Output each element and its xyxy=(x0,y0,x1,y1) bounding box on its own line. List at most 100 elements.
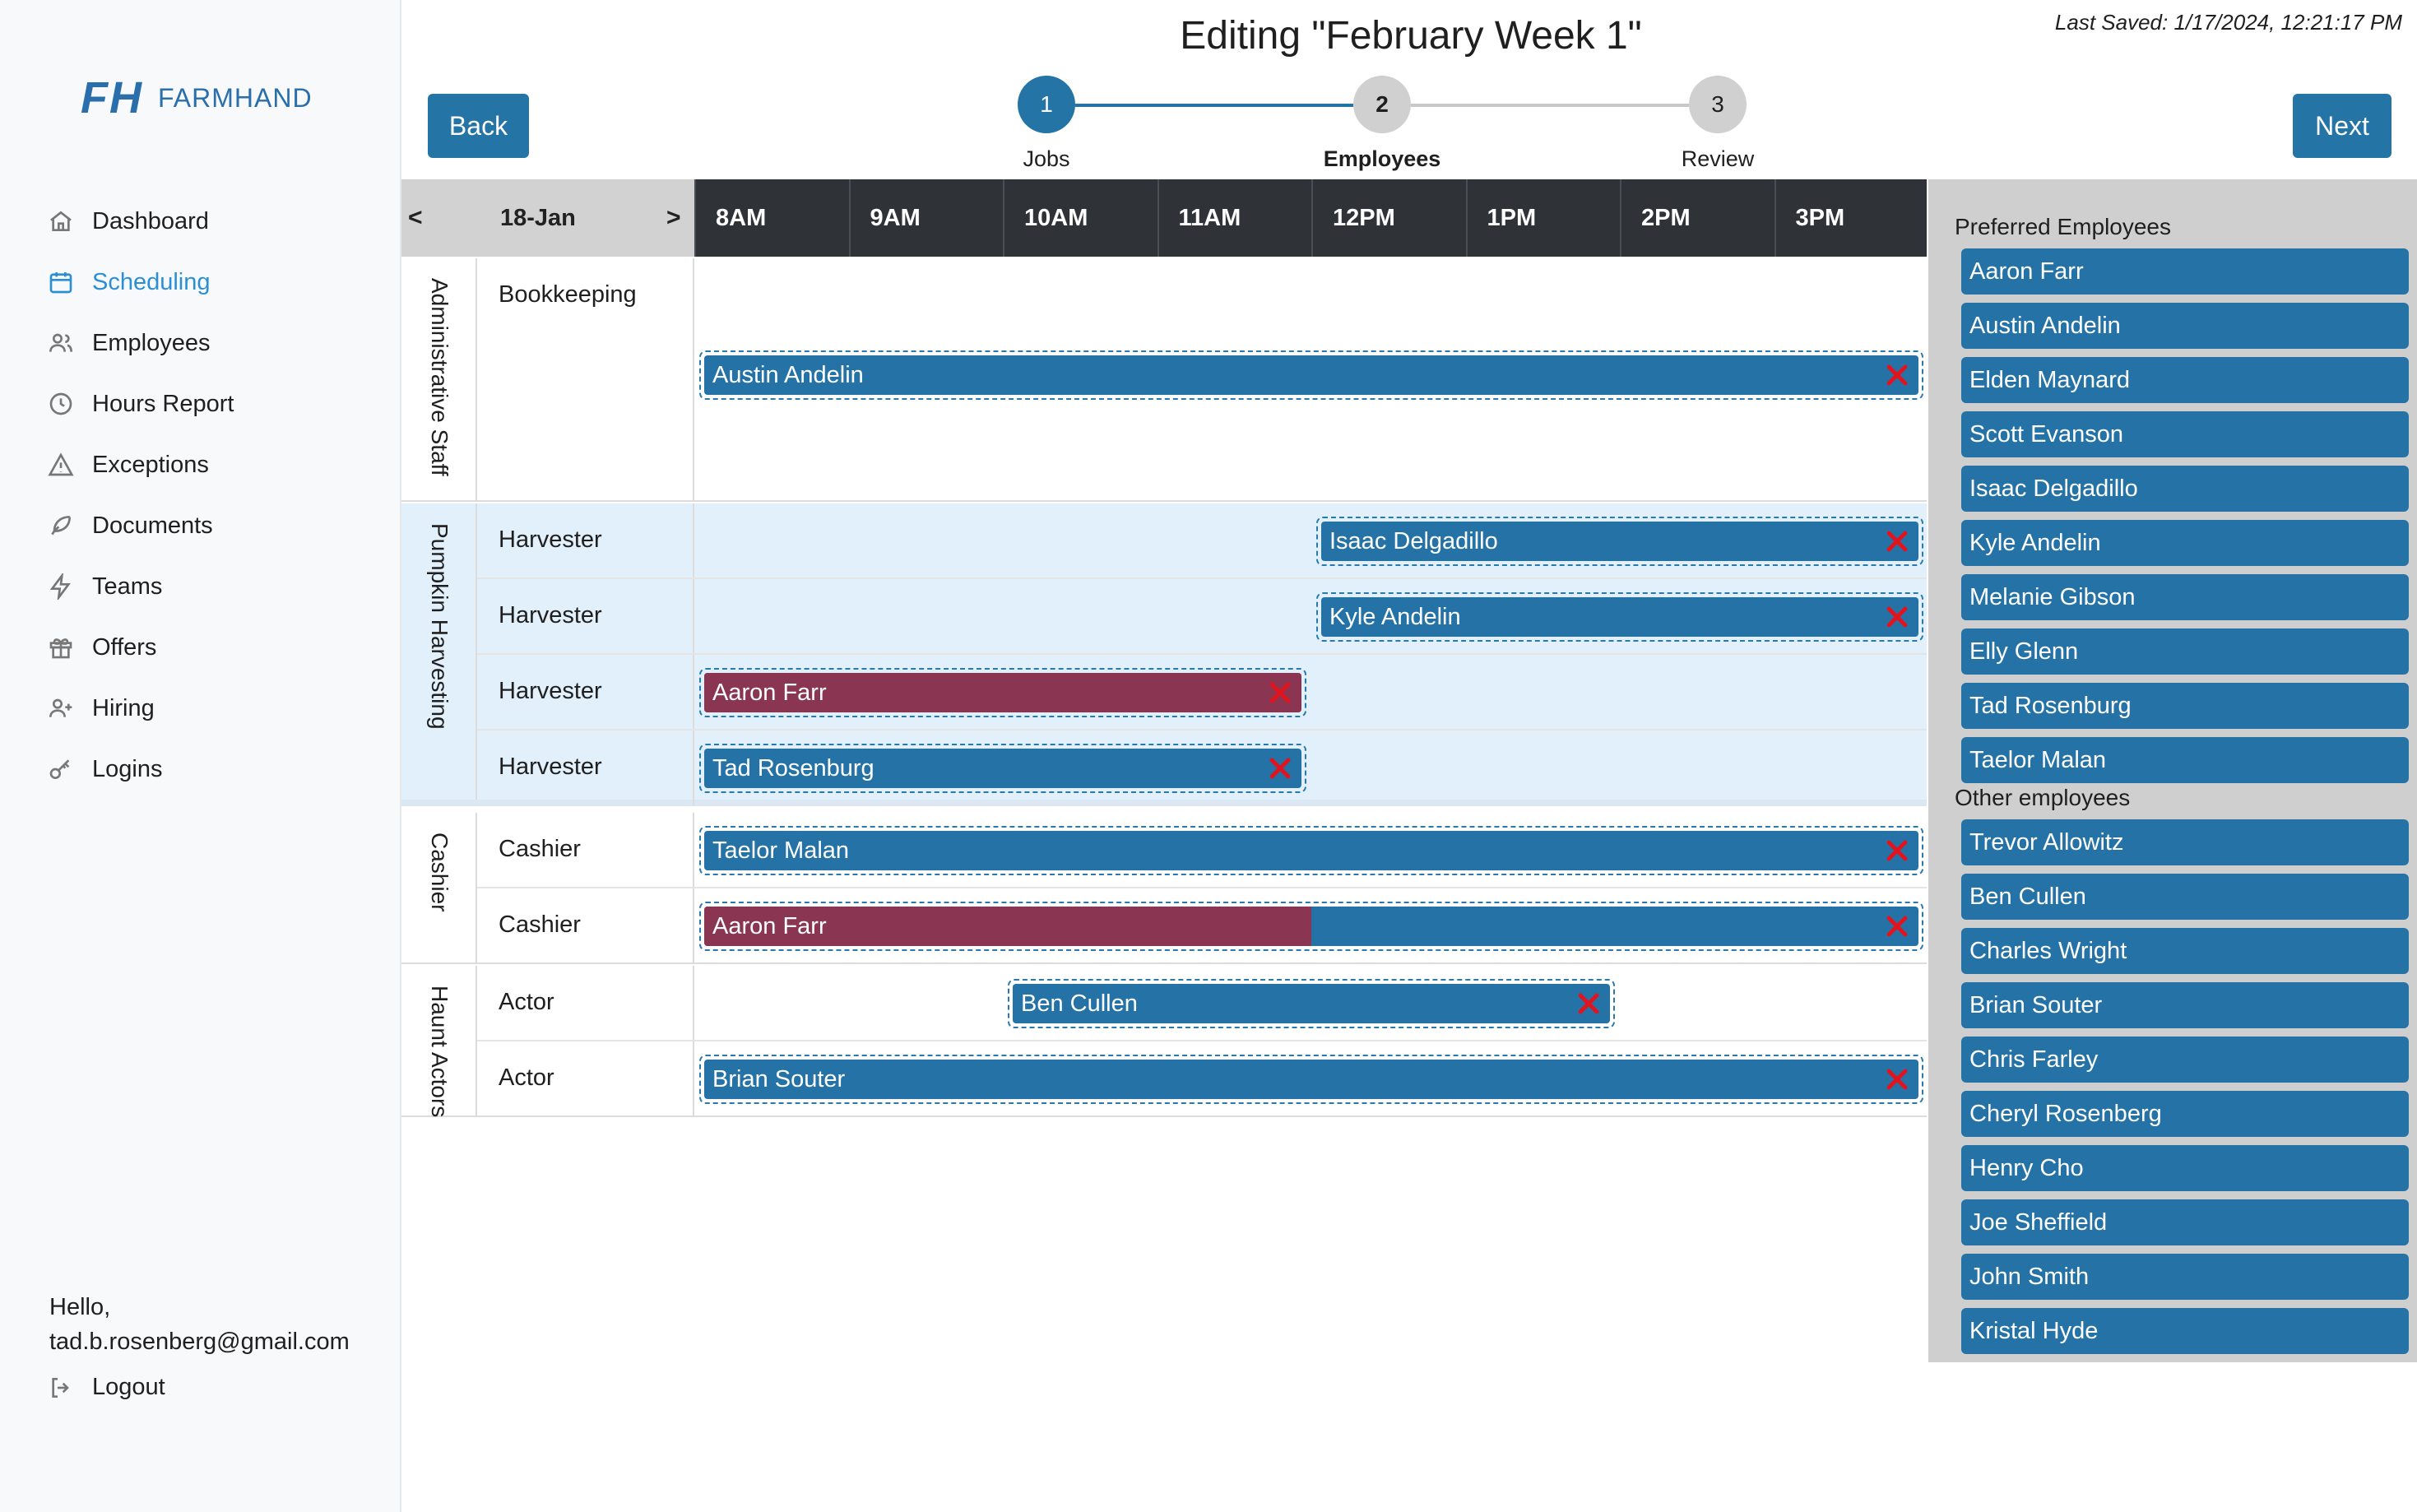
remove-shift-icon[interactable] xyxy=(1881,601,1914,633)
employee-card[interactable]: Elden Maynard xyxy=(1961,357,2409,403)
job-title: Cashier xyxy=(499,911,581,938)
employee-card[interactable]: John Smith xyxy=(1961,1254,2409,1300)
schedule-row: Actor Ben Cullen xyxy=(477,966,1927,1041)
employee-card[interactable]: Aaron Farr xyxy=(1961,248,2409,295)
employee-panel: Preferred Employees Aaron Farr Austin Ande… xyxy=(1928,179,2417,1362)
clock-icon xyxy=(49,392,72,415)
shift-block[interactable]: Kyle Andelin xyxy=(1316,592,1923,642)
step-3-circle[interactable]: 3 xyxy=(1689,76,1747,133)
employee-card[interactable]: Ben Cullen xyxy=(1961,874,2409,920)
shift-block[interactable]: Ben Cullen xyxy=(1008,979,1615,1028)
employee-card[interactable]: Scott Evanson xyxy=(1961,411,2409,457)
employee-card[interactable]: Trevor Allowitz xyxy=(1961,819,2409,865)
step-3-label: Review xyxy=(1681,146,1755,171)
job-group-name: Pumpkin Harvesting xyxy=(427,523,452,730)
employee-card[interactable]: Elly Glenn xyxy=(1961,628,2409,675)
sidebar-item-scheduling[interactable]: Scheduling xyxy=(48,252,393,313)
feather-icon xyxy=(51,516,71,536)
employee-card[interactable]: Henry Cho xyxy=(1961,1145,2409,1191)
employee-card[interactable]: Austin Andelin xyxy=(1961,303,2409,349)
shift-block[interactable]: Austin Andelin xyxy=(699,350,1923,400)
shift-block[interactable]: Tad Rosenburg xyxy=(699,744,1306,793)
employee-list-heading: Preferred Employees xyxy=(1955,214,2172,239)
remove-shift-icon[interactable] xyxy=(1881,359,1914,392)
remove-shift-icon[interactable] xyxy=(1881,1063,1914,1096)
sidebar-item-documents[interactable]: Documents xyxy=(48,495,393,556)
shift-employee-name: Isaac Delgadillo xyxy=(1329,528,1498,554)
remove-shift-icon[interactable] xyxy=(1881,525,1914,558)
remove-shift-icon[interactable] xyxy=(1881,910,1914,943)
shift-block[interactable]: Aaron Farr xyxy=(699,902,1923,951)
logo[interactable]: FH FARMHAND xyxy=(81,72,313,123)
shift-block[interactable]: Brian Souter xyxy=(699,1055,1923,1104)
page-title: Editing "February Week 1" xyxy=(1180,14,1642,58)
job-title: Actor xyxy=(499,1064,554,1091)
employee-card[interactable]: Taelor Malan xyxy=(1961,737,2409,783)
job-group-name: Haunt Actors xyxy=(427,986,452,1118)
sidebar-item-label: Dashboard xyxy=(92,207,209,234)
sidebar-item-logins[interactable]: Logins xyxy=(48,739,393,800)
employee-list-heading: Other employees xyxy=(1955,785,2131,810)
job-group-cashier: Cashier Cashier Taelor Malan Cashier Aaron F… xyxy=(401,813,1927,964)
employee-card[interactable]: Brian Souter xyxy=(1961,982,2409,1028)
shift-block[interactable]: Isaac Delgadillo xyxy=(1316,517,1923,566)
employee-card[interactable]: Tad Rosenburg xyxy=(1961,683,2409,729)
last-saved-status: Last Saved: 1/17/2024, 12:21:17 PM xyxy=(2054,10,2402,35)
remove-shift-icon[interactable] xyxy=(1572,987,1605,1020)
shift-block[interactable]: Taelor Malan xyxy=(699,826,1923,875)
job-cell: Harvester xyxy=(477,503,694,577)
step-1-circle[interactable]: 1 xyxy=(1018,76,1075,133)
next-day-button[interactable]: > xyxy=(666,204,681,232)
key-icon xyxy=(49,759,70,779)
job-title: Harvester xyxy=(499,602,602,628)
schedule-row: Harvester Isaac Delgadillo xyxy=(477,503,1927,579)
home-icon xyxy=(50,211,72,231)
sidebar-item-label: Documents xyxy=(92,512,213,539)
schedule-row: Harvester Kyle Andelin xyxy=(477,579,1927,655)
schedule-row: Cashier Aaron Farr xyxy=(477,888,1927,964)
employee-card[interactable]: Cheryl Rosenberg xyxy=(1961,1091,2409,1137)
step-2-label: Employees xyxy=(1323,146,1441,171)
job-group-administrative-staff: Administrative Staff Bookkeeping Austin An… xyxy=(401,258,1927,502)
remove-shift-icon[interactable] xyxy=(1264,752,1297,785)
sidebar-item-dashboard[interactable]: Dashboard xyxy=(48,191,393,252)
back-button[interactable]: Back xyxy=(428,94,529,158)
schedule-row: Actor Brian Souter xyxy=(477,1041,1927,1117)
shift-employee-name: Aaron Farr xyxy=(712,913,827,939)
employee-card[interactable]: Melanie Gibson xyxy=(1961,574,2409,620)
job-group-label: Haunt Actors xyxy=(401,966,477,1118)
shift-employee-name: Taelor Malan xyxy=(712,837,850,864)
logo-text: FARMHAND xyxy=(157,82,313,113)
progress-stepper: 1 Jobs 2 Employees 3 Review xyxy=(1012,69,1835,184)
next-button[interactable]: Next xyxy=(2293,94,2391,158)
date-selector: < 18-Jan > xyxy=(401,179,694,257)
sidebar-item-exceptions[interactable]: Exceptions xyxy=(48,434,393,495)
calendar-icon xyxy=(49,272,72,294)
sidebar-item-employees[interactable]: Employees xyxy=(48,313,393,373)
employee-card[interactable]: Charles Wright xyxy=(1961,928,2409,974)
employee-card[interactable]: Isaac Delgadillo xyxy=(1961,466,2409,512)
logout-button[interactable]: Logout xyxy=(48,1374,165,1401)
hour-header: 9AM xyxy=(848,179,1004,257)
employee-card[interactable]: Kyle Andelin xyxy=(1961,520,2409,566)
sidebar-item-offers[interactable]: Offers xyxy=(48,617,393,678)
sidebar-item-hours-report[interactable]: Hours Report xyxy=(48,373,393,434)
shift-block[interactable]: Aaron Farr xyxy=(699,668,1306,717)
schedule-row: Harvester Aaron Farr xyxy=(477,655,1927,730)
employee-card[interactable]: Joe Sheffield xyxy=(1961,1199,2409,1245)
shift-employee-name: Aaron Farr xyxy=(712,679,827,706)
sidebar-item-teams[interactable]: Teams xyxy=(48,556,393,617)
remove-shift-icon[interactable] xyxy=(1264,676,1297,709)
user-email: tad.b.rosenberg@gmail.com xyxy=(49,1329,350,1355)
warning-icon xyxy=(48,452,74,476)
step-2-circle[interactable]: 2 xyxy=(1353,76,1411,133)
shift-bar: Austin Andelin xyxy=(704,355,1918,395)
job-group-name: Administrative Staff xyxy=(427,278,452,476)
sidebar-item-hiring[interactable]: Hiring xyxy=(48,678,393,739)
employee-card[interactable]: Chris Farley xyxy=(1961,1037,2409,1083)
employee-card[interactable]: Kristal Hyde xyxy=(1961,1308,2409,1354)
remove-shift-icon[interactable] xyxy=(1881,834,1914,867)
user-plus-icon xyxy=(49,698,72,717)
prev-day-button[interactable]: < xyxy=(408,204,423,232)
schedule-header: < 18-Jan > 8AM 9AM 10AM 11AM 12PM 1PM 2PM 3PM xyxy=(401,179,1927,257)
